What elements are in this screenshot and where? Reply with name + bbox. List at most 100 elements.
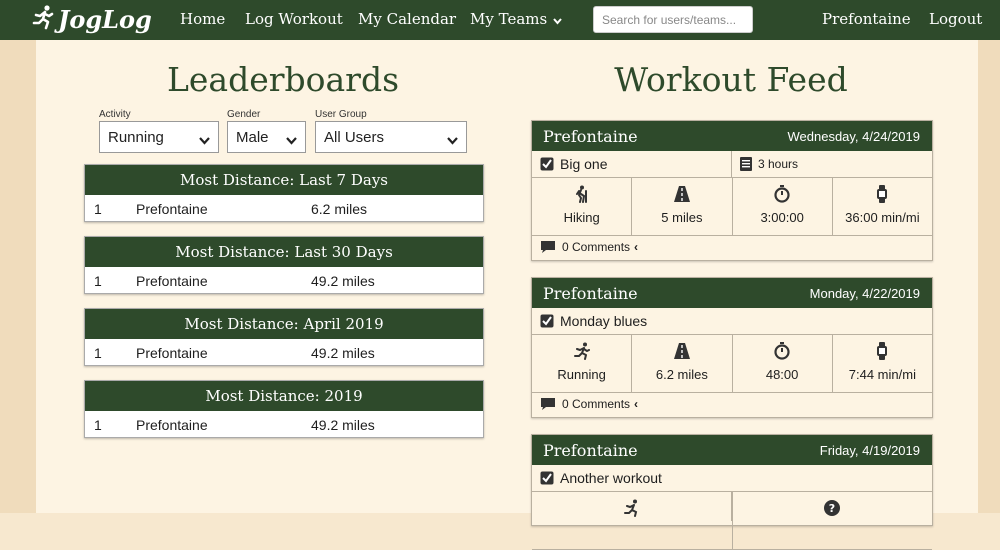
nav-log-workout[interactable]: Log Workout (245, 10, 343, 28)
workout-title-text: Big one (560, 156, 608, 172)
stopwatch-icon (774, 185, 790, 203)
search-input[interactable] (593, 6, 753, 33)
checkbox-icon (540, 314, 554, 328)
checkbox-icon (540, 471, 554, 485)
group-select[interactable]: All Users (315, 121, 467, 153)
svg-text:?: ? (829, 502, 835, 515)
leader-value: 6.2 miles (311, 201, 368, 217)
leader-name[interactable]: Prefontaine (136, 201, 208, 217)
chevron-down-icon (447, 132, 458, 149)
comments-toggle[interactable]: 0 Comments ‹ (532, 236, 932, 260)
group-label: User Group (315, 109, 367, 120)
leader-value: 49.2 miles (311, 345, 375, 361)
workout-title-text: Another workout (560, 470, 662, 486)
left-margin (0, 40, 36, 513)
leaderboard-row[interactable]: 1 Prefontaine 49.2 miles (85, 411, 483, 437)
workout-card: Prefontaine Friday, 4/19/2019 Another wo… (531, 434, 933, 550)
nav-logout[interactable]: Logout (929, 10, 982, 28)
activity-value: Running (557, 367, 606, 382)
watch-icon (877, 342, 888, 360)
checkbox-icon (540, 157, 554, 171)
nav-my-teams-label: My Teams (470, 10, 548, 28)
gender-label: Gender (227, 109, 261, 120)
comments-count: 0 Comments (562, 240, 631, 254)
nav-my-calendar[interactable]: My Calendar (358, 10, 456, 28)
stat-pace: 7:44 min/mi (833, 335, 932, 392)
distance-value: 5 miles (661, 210, 703, 225)
leaderboard-title: Most Distance: 2019 (85, 381, 483, 411)
activity-select[interactable]: Running (99, 121, 219, 153)
question-icon: ? (824, 500, 841, 516)
workout-stats: ? (532, 492, 932, 550)
comment-icon (541, 398, 555, 410)
rank: 1 (94, 273, 102, 289)
leaderboard-row[interactable]: 1 Prefontaine 6.2 miles (85, 195, 483, 221)
leaderboard-title: Most Distance: April 2019 (85, 309, 483, 339)
running-icon (573, 342, 590, 360)
activity-value: Running (108, 129, 164, 146)
gender-value: Male (236, 129, 269, 146)
leader-name[interactable]: Prefontaine (136, 345, 208, 361)
leaderboards-title: Leaderboards (166, 60, 400, 99)
workout-user[interactable]: Prefontaine (543, 441, 638, 460)
stat-pace: 36:00 min/mi (833, 178, 932, 235)
right-margin (978, 40, 1000, 513)
workout-title[interactable]: Monday blues (540, 313, 647, 329)
leader-value: 49.2 miles (311, 417, 375, 433)
gender-select[interactable]: Male (227, 121, 306, 153)
chevron-down-icon (553, 11, 562, 29)
time-value: 48:00 (765, 367, 799, 382)
leaderboard-title: Most Distance: Last 30 Days (85, 237, 483, 267)
nav-home[interactable]: Home (180, 10, 225, 28)
pace-value: 36:00 min/mi (845, 210, 920, 225)
distance-value: 6.2 miles (655, 367, 708, 382)
pace-value: 7:44 min/mi (848, 367, 916, 382)
stat-distance: 5 miles (632, 178, 733, 235)
stopwatch-icon (774, 342, 790, 360)
leader-value: 49.2 miles (311, 273, 375, 289)
stat-time: 48:00 (733, 335, 833, 392)
workout-header: Prefontaine Wednesday, 4/24/2019 (532, 121, 932, 151)
chevron-left-icon: ‹ (634, 240, 639, 254)
hiking-icon (575, 185, 587, 203)
nav-user-profile[interactable]: Prefontaine (822, 10, 911, 28)
workout-date: Friday, 4/19/2019 (819, 443, 920, 458)
workout-title-row: Monday blues (532, 308, 932, 335)
leaderboard-row[interactable]: 1 Prefontaine 49.2 miles (85, 339, 483, 365)
workout-title-text: Monday blues (560, 313, 648, 329)
leader-name[interactable]: Prefontaine (136, 417, 208, 433)
workout-header: Prefontaine Monday, 4/22/2019 (532, 278, 932, 308)
duration-text: 3 hours (758, 157, 799, 171)
runner-icon (30, 4, 56, 35)
activity-label: Activity (99, 109, 131, 120)
comments-count: 0 Comments (562, 397, 631, 411)
leaderboard-card: Most Distance: Last 7 Days 1 Prefontaine… (84, 164, 484, 222)
leaderboard-card: Most Distance: 2019 1 Prefontaine 49.2 m… (84, 380, 484, 438)
workout-stats: Hiking 5 miles 3:00:00 36:00 min/mi (532, 178, 932, 236)
road-icon (673, 186, 690, 202)
notes-icon (740, 157, 752, 171)
workout-date: Monday, 4/22/2019 (809, 286, 920, 301)
chevron-down-icon (199, 132, 210, 149)
chevron-down-icon (286, 132, 297, 149)
workout-title[interactable]: Another workout (540, 470, 662, 486)
workout-feed-title: Workout Feed (614, 60, 848, 99)
workout-user[interactable]: Prefontaine (543, 127, 638, 146)
nav-my-teams[interactable]: My Teams (470, 10, 562, 29)
road-icon (673, 343, 690, 359)
brand-logo[interactable]: JogLog (30, 3, 152, 35)
stat-activity: Hiking (532, 178, 633, 235)
workout-date: Wednesday, 4/24/2019 (787, 129, 920, 144)
comments-toggle[interactable]: 0 Comments ‹ (532, 393, 932, 417)
time-value: 3:00:00 (760, 210, 804, 225)
leaderboard-title: Most Distance: Last 7 Days (85, 165, 483, 195)
workout-user[interactable]: Prefontaine (543, 284, 638, 303)
workout-title[interactable]: Big one (540, 156, 607, 172)
stat-info: ? (733, 492, 933, 549)
leader-name[interactable]: Prefontaine (136, 273, 208, 289)
watch-icon (877, 185, 888, 203)
workout-card: Prefontaine Wednesday, 4/24/2019 Big one… (531, 120, 933, 261)
workout-duration: 3 hours (731, 151, 931, 177)
rank: 1 (94, 345, 102, 361)
leaderboard-row[interactable]: 1 Prefontaine 49.2 miles (85, 267, 483, 293)
